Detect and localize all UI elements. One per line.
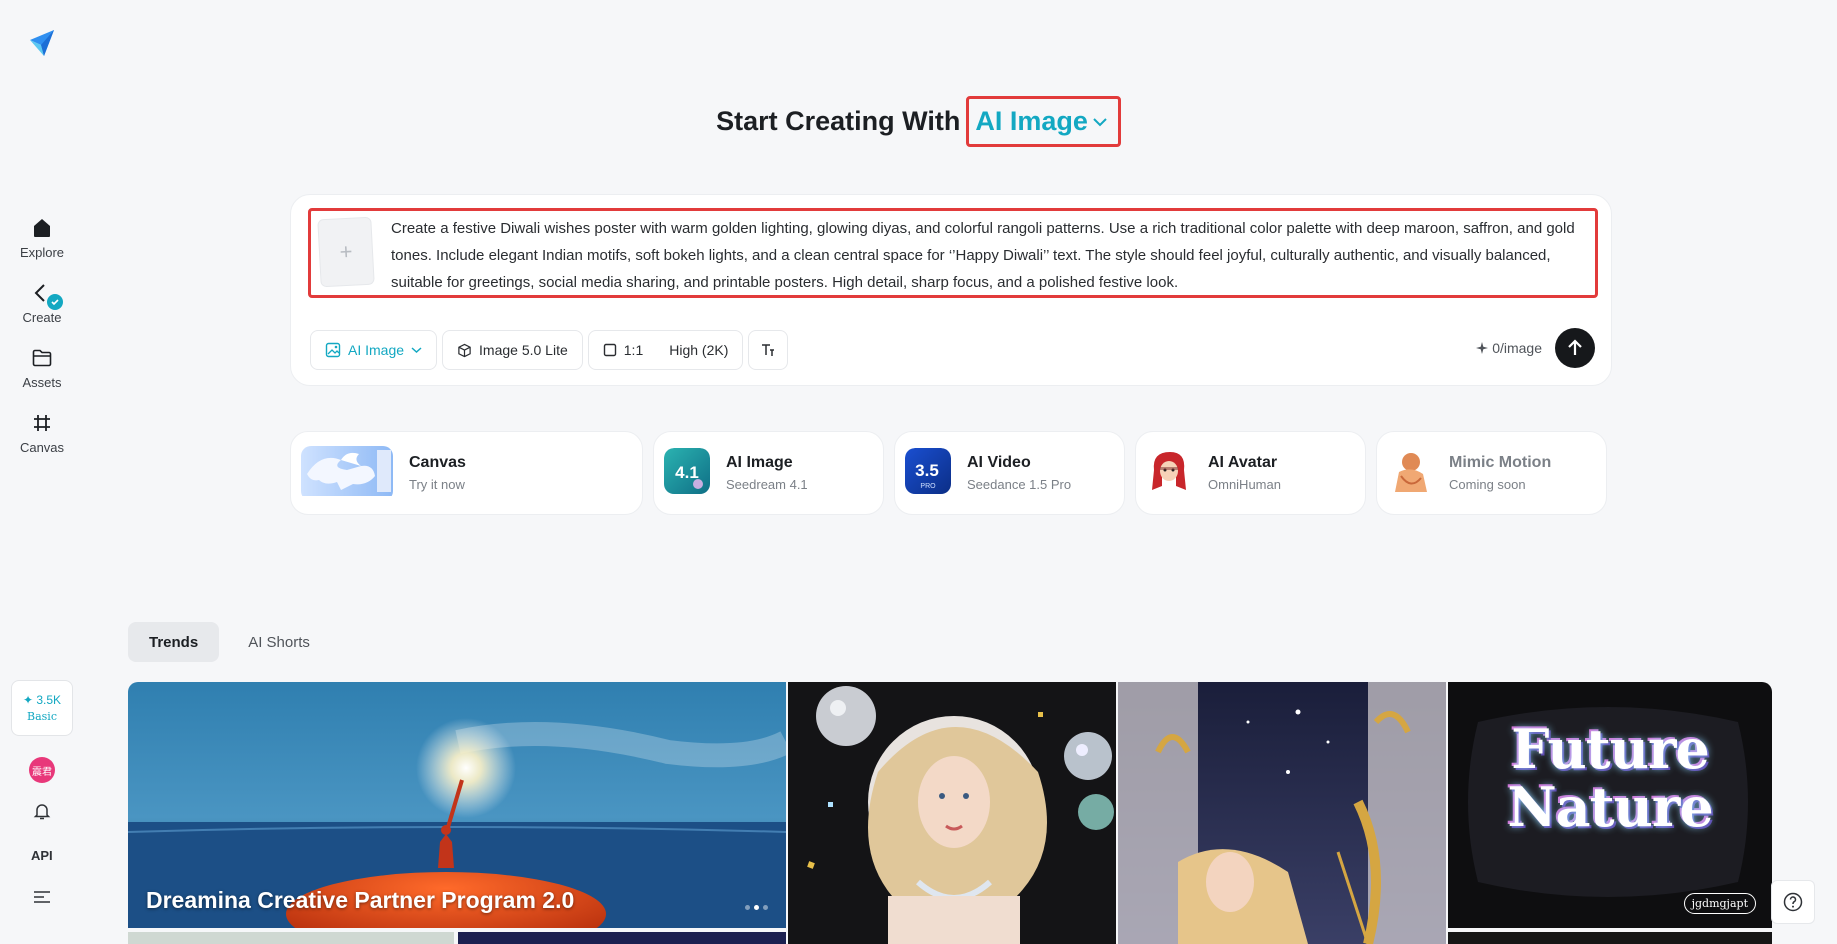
- mode-label: AI Image: [975, 106, 1088, 136]
- gallery-item-row2-b[interactable]: [458, 932, 786, 944]
- gallery-item-harp-portrait[interactable]: [1118, 682, 1446, 944]
- square-ratio-icon: [603, 343, 616, 357]
- ratio-quality-select[interactable]: 1:1 High (2K): [587, 330, 744, 370]
- cost-label: 0/image: [1492, 340, 1542, 356]
- plan-tier: Basic: [27, 710, 57, 723]
- feature-card-ai-avatar[interactable]: AI Avatar OmniHuman: [1135, 431, 1366, 515]
- carousel-dots[interactable]: [745, 905, 768, 910]
- tab-ai-shorts[interactable]: AI Shorts: [227, 622, 331, 662]
- feature-title: Mimic Motion: [1449, 454, 1552, 471]
- sidebar-item-label: Assets: [22, 375, 62, 390]
- tab-trends[interactable]: Trends: [128, 622, 220, 662]
- home-icon: [29, 215, 55, 241]
- create-icon: [29, 280, 63, 310]
- text-size-icon: [762, 344, 775, 356]
- sparkle-icon: [1476, 342, 1489, 354]
- feature-title: AI Video: [967, 454, 1031, 471]
- prompt-input-area[interactable]: + Create a festive Diwali wishes poster …: [308, 208, 1598, 298]
- prompt-toolbar: AI Image Image 5.0 Lite 1:1 High (2K): [310, 330, 789, 370]
- title-prefix: Start Creating With: [716, 106, 961, 136]
- sidebar-item-label: Canvas: [19, 440, 65, 455]
- gallery-item-balloon-portrait[interactable]: [788, 682, 1116, 944]
- feature-title: AI Image: [726, 454, 793, 471]
- prompt-card: + Create a festive Diwali wishes poster …: [290, 194, 1612, 386]
- sidebar-nav: Explore Create Assets Canvas: [0, 215, 84, 455]
- prompt-actions: 0/image: [1476, 328, 1595, 368]
- feature-subtitle: Seedream 4.1: [726, 477, 808, 492]
- menu-icon[interactable]: [33, 890, 51, 909]
- artist-signature: jgdmgjapt: [1683, 893, 1756, 914]
- feature-subtitle: Try it now: [409, 477, 465, 492]
- seedance-icon: 3.5 PRO: [905, 447, 951, 499]
- mimic-motion-thumbnail: [1387, 445, 1433, 501]
- sidebar-item-assets[interactable]: Assets: [7, 345, 77, 390]
- help-button[interactable]: [1771, 880, 1815, 924]
- carousel-dot[interactable]: [745, 905, 750, 910]
- carousel-dot-active[interactable]: [754, 905, 759, 910]
- feature-card-ai-image[interactable]: 4.1 AI Image Seedream 4.1: [653, 431, 884, 515]
- api-link[interactable]: API: [31, 848, 53, 863]
- feature-subtitle: OmniHuman: [1208, 477, 1281, 492]
- sidebar-item-label: Explore: [19, 245, 65, 260]
- folder-icon: [29, 345, 55, 371]
- hero-banner[interactable]: Dreamina Creative Partner Program 2.0: [128, 682, 786, 928]
- page-title: Start Creating With AI Image: [0, 96, 1837, 147]
- gallery-tabs: Trends AI Shorts: [128, 622, 331, 662]
- hero-caption: Dreamina Creative Partner Program 2.0: [146, 887, 575, 913]
- chevron-down-icon: [411, 347, 422, 354]
- feature-card-canvas[interactable]: Canvas Try it now: [290, 431, 643, 515]
- feature-title: AI Avatar: [1208, 454, 1278, 471]
- future-nature-title: Future Nature: [1507, 717, 1713, 839]
- mode-select-label: AI Image: [348, 342, 405, 358]
- pegasus-thumbnail: [301, 445, 393, 501]
- prompt-textarea[interactable]: Create a festive Diwali wishes poster wi…: [391, 215, 1593, 296]
- sidebar-item-create[interactable]: Create: [7, 280, 77, 325]
- cost-indicator: 0/image: [1476, 340, 1542, 356]
- quality-label: High (2K): [669, 342, 729, 358]
- mode-dropdown[interactable]: AI Image: [966, 96, 1121, 147]
- gallery-item-row2-c[interactable]: [1448, 932, 1772, 944]
- seedream-badge-text: 4.1: [675, 463, 699, 482]
- seedream-icon: 4.1: [664, 447, 710, 499]
- sidebar-item-canvas[interactable]: Canvas: [7, 410, 77, 455]
- credits-badge[interactable]: ✦ 3.5K Basic: [11, 680, 73, 736]
- feature-card-ai-video[interactable]: 3.5 PRO AI Video Seedance 1.5 Pro: [894, 431, 1125, 515]
- sidebar-item-explore[interactable]: Explore: [7, 215, 77, 260]
- gallery-grid: Dreamina Creative Partner Program 2.0 Fu…: [128, 682, 1772, 944]
- check-icon: [47, 294, 63, 310]
- feature-title: Canvas: [409, 454, 466, 471]
- chevron-down-icon: [1093, 117, 1107, 126]
- model-select-label: Image 5.0 Lite: [479, 342, 568, 358]
- bell-icon[interactable]: [32, 801, 52, 826]
- seedance-badge-text: 3.5: [915, 461, 939, 480]
- image-icon: [325, 342, 341, 358]
- feature-cards: Canvas Try it now 4.1 AI Image Seedream …: [290, 431, 1607, 515]
- sidebar-item-label: Create: [22, 310, 62, 325]
- ratio-label: 1:1: [623, 342, 644, 358]
- generate-button[interactable]: [1555, 328, 1595, 368]
- upload-reference-button[interactable]: +: [317, 216, 375, 288]
- credits-amount: ✦ 3.5K: [22, 693, 62, 707]
- gallery-item-future-nature[interactable]: Future Nature jgdmgjapt: [1448, 682, 1772, 928]
- feature-subtitle: Coming soon: [1449, 477, 1526, 492]
- question-icon: [1783, 892, 1803, 912]
- cube-icon: [458, 343, 471, 357]
- model-select[interactable]: Image 5.0 Lite: [442, 330, 583, 370]
- gallery-item-row2-a[interactable]: [128, 932, 454, 944]
- carousel-dot[interactable]: [763, 905, 768, 910]
- canvas-icon: [29, 410, 55, 436]
- text-style-button[interactable]: [748, 330, 789, 370]
- feature-subtitle: Seedance 1.5 Pro: [967, 477, 1072, 492]
- dreamina-logo[interactable]: [28, 28, 56, 58]
- avatar[interactable]: 震君: [29, 757, 55, 783]
- mode-select[interactable]: AI Image: [310, 330, 438, 370]
- plus-icon: +: [338, 238, 354, 265]
- feature-card-mimic-motion[interactable]: Mimic Motion Coming soon: [1376, 431, 1607, 515]
- arrow-up-icon: [1568, 339, 1582, 355]
- seedance-badge-sub: PRO: [920, 483, 936, 490]
- avatar-character-thumbnail: [1146, 445, 1192, 501]
